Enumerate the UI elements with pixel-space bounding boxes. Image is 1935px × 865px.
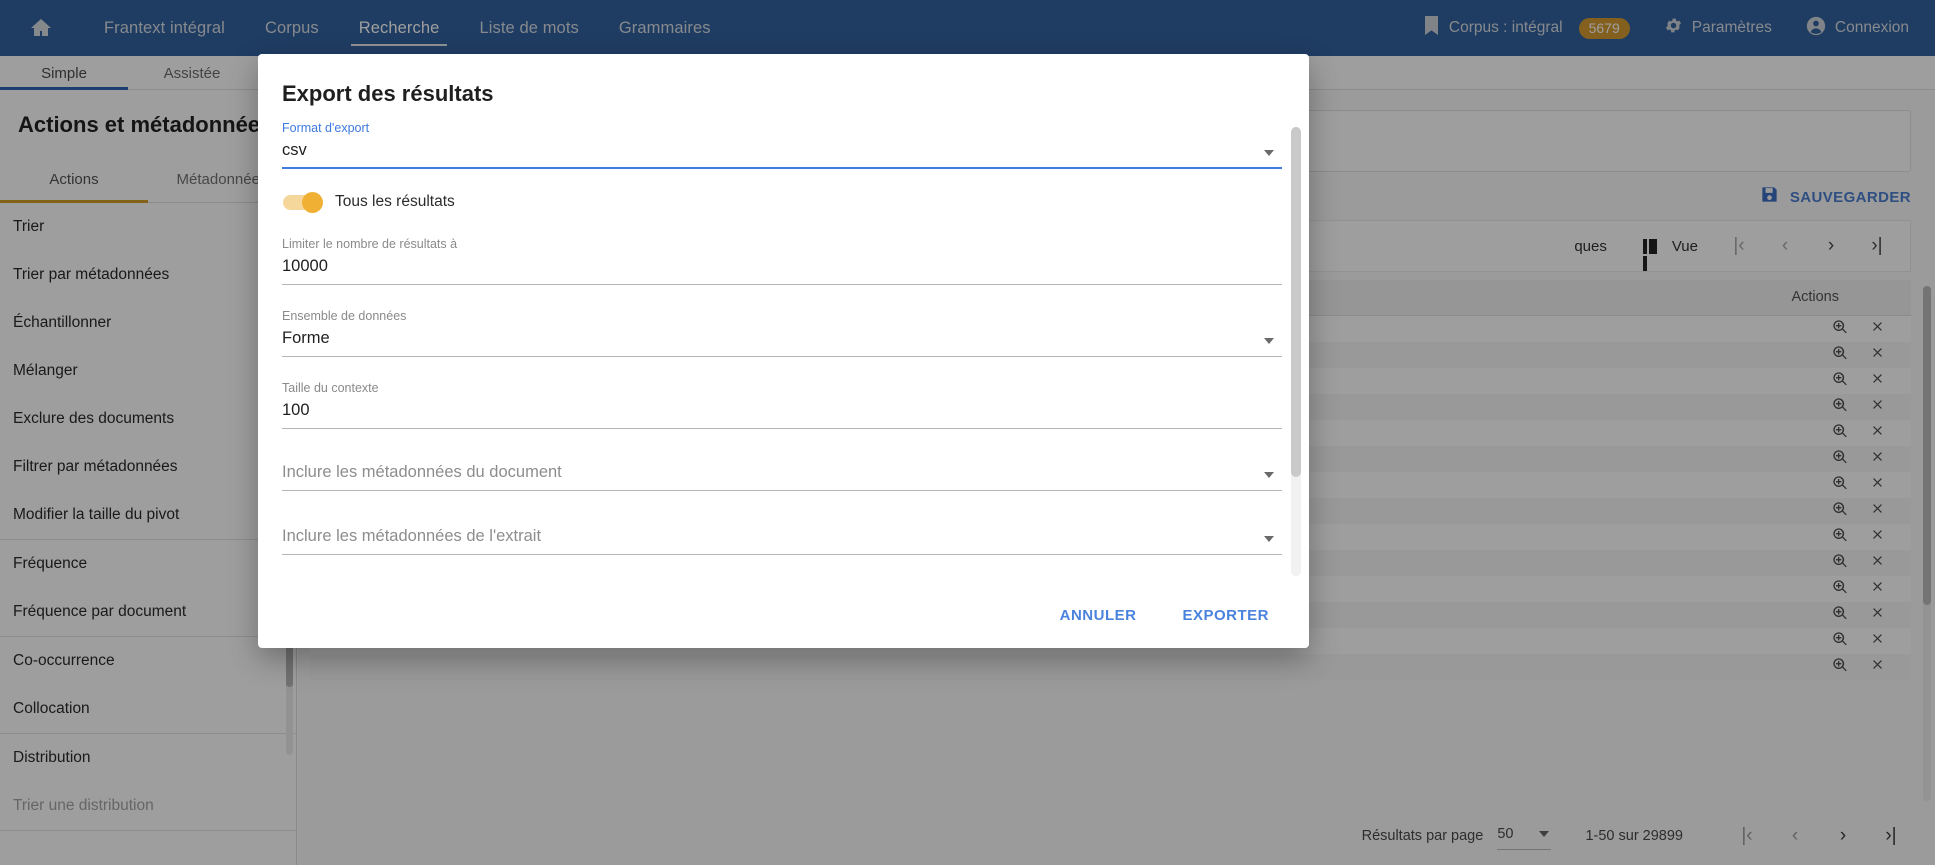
context-size-input[interactable]: 100	[282, 401, 1282, 429]
chevron-down-icon	[1264, 536, 1274, 542]
dialog-body: Format d'export csv Tous les résultats L…	[258, 121, 1309, 582]
export-button[interactable]: EXPORTER	[1170, 597, 1281, 634]
export-results-dialog: Export des résultats Format d'export csv…	[258, 54, 1309, 648]
context-size-field[interactable]: Taille du contexte 100	[282, 381, 1282, 429]
export-format-value: csv	[282, 141, 1282, 169]
chevron-down-icon	[1264, 338, 1274, 344]
limit-results-label: Limiter le nombre de résultats à	[282, 237, 458, 251]
limit-results-input[interactable]: 10000	[282, 257, 1282, 285]
limit-results-field[interactable]: Limiter le nombre de résultats à 10000	[282, 237, 1282, 285]
dialog-title: Export des résultats	[282, 81, 494, 106]
document-metadata-placeholder: Inclure les métadonnées du document	[282, 463, 1282, 491]
all-results-toggle-row: Tous les résultats	[283, 191, 1256, 213]
context-size-label: Taille du contexte	[282, 381, 379, 395]
cancel-button[interactable]: ANNULER	[1048, 597, 1149, 634]
extract-metadata-placeholder: Inclure les métadonnées de l'extrait	[282, 527, 1282, 555]
all-results-toggle-label: Tous les résultats	[335, 193, 455, 210]
dataset-field[interactable]: Ensemble de données Forme	[282, 309, 1282, 357]
export-format-label: Format d'export	[282, 121, 370, 135]
dataset-label: Ensemble de données	[282, 309, 407, 323]
extract-metadata-field[interactable]: Inclure les métadonnées de l'extrait	[282, 527, 1282, 555]
document-metadata-field[interactable]: Inclure les métadonnées du document	[282, 463, 1282, 491]
chevron-down-icon	[1264, 472, 1274, 478]
dialog-scrollbar[interactable]	[1291, 127, 1301, 576]
all-results-toggle[interactable]	[283, 191, 323, 213]
export-format-field[interactable]: Format d'export csv	[282, 121, 1282, 169]
dialog-action-bar: ANNULER EXPORTER	[258, 582, 1309, 648]
chevron-down-icon	[1264, 150, 1274, 156]
dataset-value: Forme	[282, 329, 1282, 357]
